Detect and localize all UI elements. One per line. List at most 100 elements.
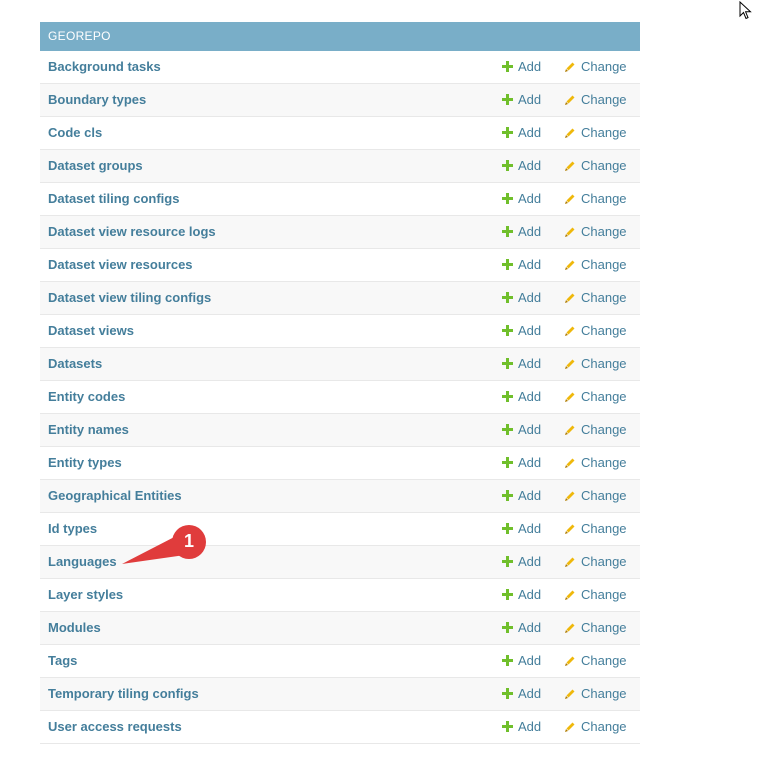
model-row: Modules Add Change	[40, 612, 640, 645]
add-link[interactable]: Add	[502, 381, 541, 413]
add-link[interactable]: Add	[502, 348, 541, 380]
pencil-icon	[565, 392, 575, 402]
model-row: Layer styles Add Change	[40, 579, 640, 612]
change-link[interactable]: Change	[564, 117, 627, 149]
add-link[interactable]: Add	[502, 414, 541, 446]
pencil-icon	[565, 491, 575, 501]
plus-icon	[502, 160, 513, 172]
add-label: Add	[518, 686, 542, 701]
pencil-icon	[565, 260, 575, 270]
model-link[interactable]: Dataset tiling configs	[48, 183, 179, 215]
plus-icon	[502, 589, 513, 601]
add-label: Add	[518, 422, 542, 437]
plus-icon	[502, 490, 513, 502]
pencil-icon	[565, 128, 575, 138]
change-link[interactable]: Change	[564, 150, 627, 182]
add-link[interactable]: Add	[502, 513, 541, 545]
change-link[interactable]: Change	[564, 249, 627, 281]
pencil-icon	[565, 425, 575, 435]
model-link[interactable]: Layer styles	[48, 579, 123, 611]
model-link[interactable]: Code cls	[48, 117, 102, 149]
model-link[interactable]: Boundary types	[48, 84, 146, 116]
add-link[interactable]: Add	[502, 612, 541, 644]
change-label: Change	[581, 653, 627, 668]
add-label: Add	[518, 290, 542, 305]
pencil-icon	[565, 689, 575, 699]
model-list: Background tasks Add Change Boundary types A…	[40, 51, 640, 744]
add-link[interactable]: Add	[502, 480, 541, 512]
model-link[interactable]: Dataset view resource logs	[48, 216, 216, 248]
model-link[interactable]: Temporary tiling configs	[48, 678, 199, 710]
add-link[interactable]: Add	[502, 249, 541, 281]
change-link[interactable]: Change	[564, 579, 627, 611]
pencil-icon	[565, 62, 575, 72]
change-link[interactable]: Change	[564, 414, 627, 446]
add-link[interactable]: Add	[502, 282, 541, 314]
model-row: Entity names Add Change	[40, 414, 640, 447]
change-link[interactable]: Change	[564, 513, 627, 545]
change-link[interactable]: Change	[564, 678, 627, 710]
add-link[interactable]: Add	[502, 546, 541, 578]
pencil-icon	[565, 458, 575, 468]
add-link[interactable]: Add	[502, 183, 541, 215]
add-label: Add	[518, 92, 542, 107]
model-row: Dataset view resource logs Add Change	[40, 216, 640, 249]
change-label: Change	[581, 686, 627, 701]
model-link[interactable]: Modules	[48, 612, 101, 644]
change-link[interactable]: Change	[564, 282, 627, 314]
model-link[interactable]: Geographical Entities	[48, 480, 182, 512]
add-link[interactable]: Add	[502, 579, 541, 611]
model-link[interactable]: Dataset view resources	[48, 249, 193, 281]
change-link[interactable]: Change	[564, 711, 627, 743]
plus-icon	[502, 688, 513, 700]
change-link[interactable]: Change	[564, 348, 627, 380]
plus-icon	[502, 127, 513, 139]
add-link[interactable]: Add	[502, 447, 541, 479]
change-link[interactable]: Change	[564, 546, 627, 578]
module-header[interactable]: GEOREPO	[40, 22, 640, 51]
change-link[interactable]: Change	[564, 315, 627, 347]
plus-icon	[502, 655, 513, 667]
add-link[interactable]: Add	[502, 711, 541, 743]
add-link[interactable]: Add	[502, 315, 541, 347]
change-label: Change	[581, 356, 627, 371]
add-link[interactable]: Add	[502, 678, 541, 710]
add-link[interactable]: Add	[502, 117, 541, 149]
add-link[interactable]: Add	[502, 645, 541, 677]
model-row: Temporary tiling configs Add Change	[40, 678, 640, 711]
change-link[interactable]: Change	[564, 216, 627, 248]
add-link[interactable]: Add	[502, 150, 541, 182]
add-link[interactable]: Add	[502, 84, 541, 116]
pencil-icon	[565, 194, 575, 204]
model-link[interactable]: Id types	[48, 513, 97, 545]
model-link[interactable]: Entity types	[48, 447, 122, 479]
change-label: Change	[581, 257, 627, 272]
pencil-icon	[565, 722, 575, 732]
model-link[interactable]: Dataset groups	[48, 150, 143, 182]
model-link[interactable]: Languages	[48, 546, 117, 578]
change-link[interactable]: Change	[564, 51, 627, 83]
annotation-number: 1	[183, 531, 194, 551]
model-link[interactable]: Dataset view tiling configs	[48, 282, 211, 314]
change-link[interactable]: Change	[564, 447, 627, 479]
pencil-icon	[565, 95, 575, 105]
model-link[interactable]: Entity codes	[48, 381, 125, 413]
change-link[interactable]: Change	[564, 645, 627, 677]
model-link[interactable]: Datasets	[48, 348, 102, 380]
change-label: Change	[581, 389, 627, 404]
model-row: Code cls Add Change	[40, 117, 640, 150]
change-link[interactable]: Change	[564, 84, 627, 116]
add-link[interactable]: Add	[502, 51, 541, 83]
change-link[interactable]: Change	[564, 381, 627, 413]
change-link[interactable]: Change	[564, 183, 627, 215]
change-link[interactable]: Change	[564, 480, 627, 512]
pencil-icon	[565, 359, 575, 369]
change-link[interactable]: Change	[564, 612, 627, 644]
model-link[interactable]: Tags	[48, 645, 77, 677]
model-link[interactable]: Dataset views	[48, 315, 134, 347]
model-link[interactable]: Entity names	[48, 414, 129, 446]
model-link[interactable]: User access requests	[48, 711, 182, 743]
add-link[interactable]: Add	[502, 216, 541, 248]
pencil-icon	[565, 326, 575, 336]
model-link[interactable]: Background tasks	[48, 51, 161, 83]
